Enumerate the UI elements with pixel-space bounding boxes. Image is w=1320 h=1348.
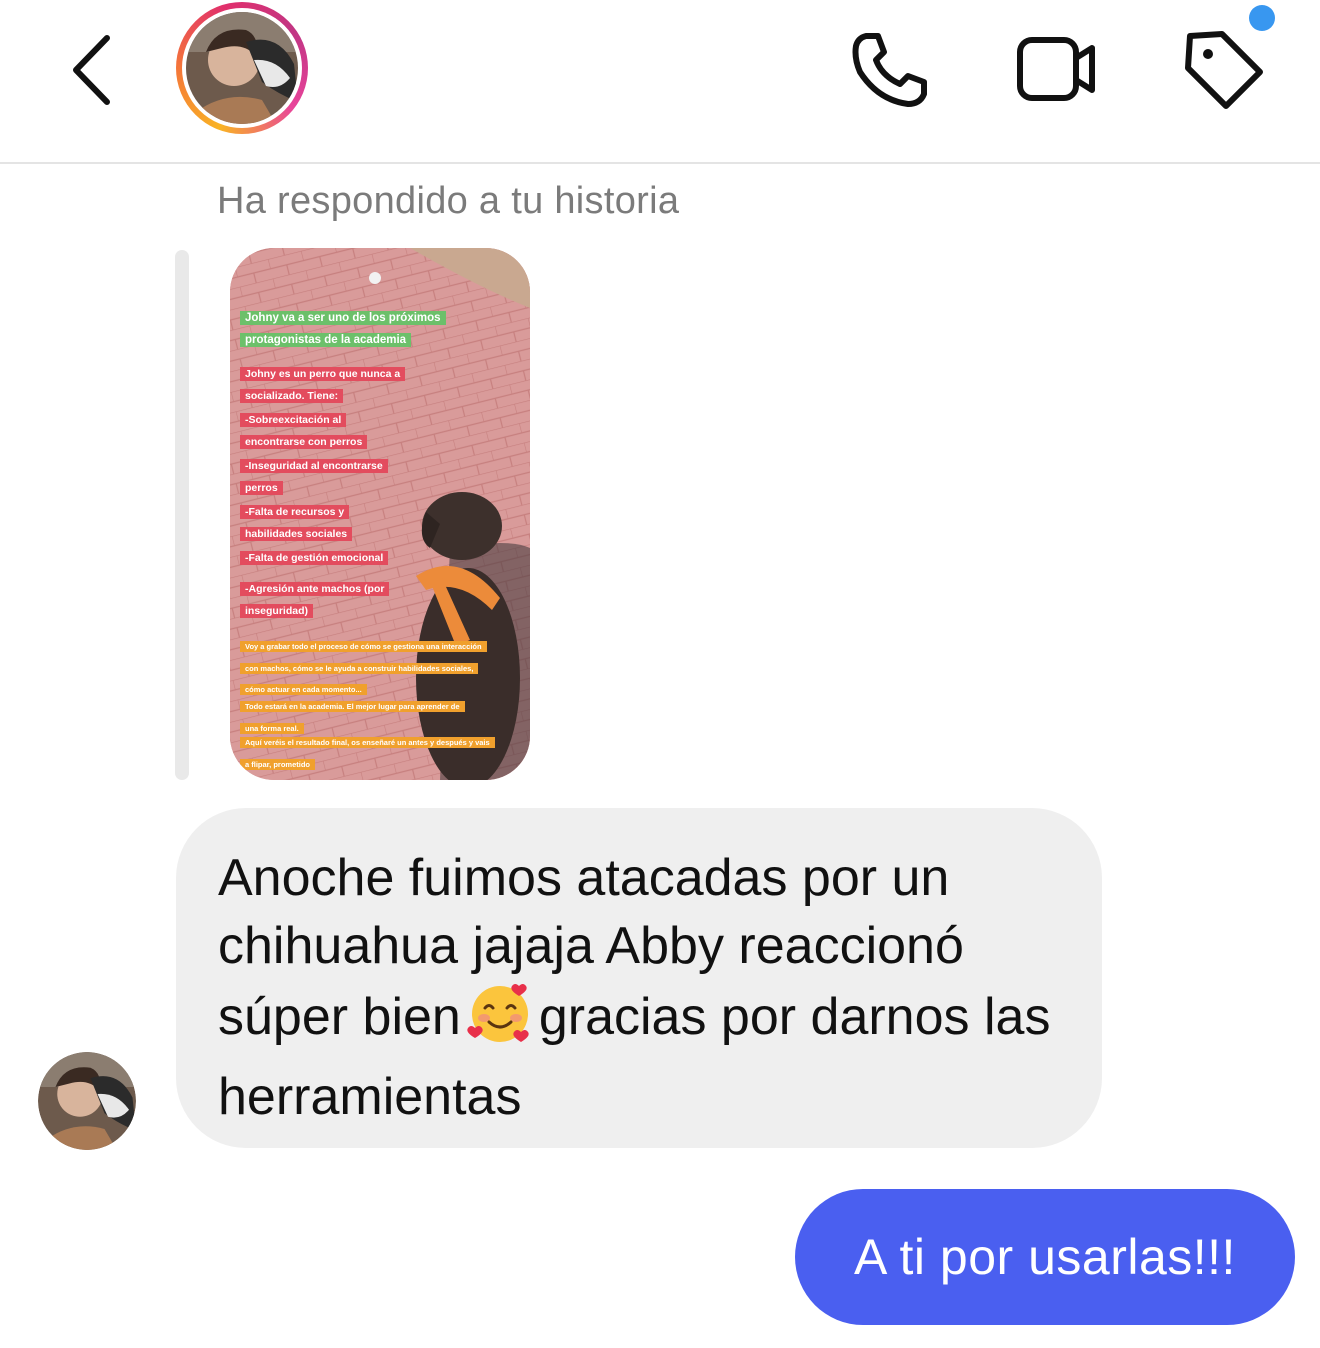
incoming-message-text: Anoche fuimos atacadas por un chihuahua … <box>218 844 1078 1131</box>
notification-dot <box>1249 5 1275 31</box>
sender-avatar[interactable] <box>38 1052 136 1150</box>
story-reply-caption: Ha respondido a tu historia <box>217 180 680 222</box>
reply-quote-bar <box>175 250 189 780</box>
video-camera-icon <box>1017 37 1095 101</box>
video-call-button[interactable] <box>1014 28 1098 112</box>
sender-avatar-photo <box>38 1052 136 1150</box>
back-button[interactable] <box>62 30 122 110</box>
story-text-point: -Falta de gestión emocional <box>240 546 420 568</box>
tag-icon <box>1185 31 1263 109</box>
voice-call-button[interactable] <box>848 28 932 112</box>
contact-avatar-story-ring[interactable] <box>176 2 308 134</box>
story-text-point: -Inseguridad al encontrarse perros <box>240 454 410 497</box>
story-text-intro: Johny es un perro que nunca a socializad… <box>240 362 430 405</box>
story-text-note: Voy a grabar todo el proceso de cómo se … <box>240 634 495 699</box>
smiling-face-with-hearts-icon <box>467 980 533 1063</box>
chevron-left-icon <box>73 35 110 105</box>
story-thumbnail[interactable]: Johny va a ser uno de los próximos prota… <box>230 248 530 780</box>
story-text-point: -Agresión ante machos (por inseguridad) <box>240 577 410 620</box>
chat-header <box>0 0 1320 164</box>
tag-button[interactable] <box>1182 28 1266 112</box>
incoming-message-bubble[interactable]: Anoche fuimos atacadas por un chihuahua … <box>176 808 1102 1148</box>
outgoing-message-bubble[interactable]: A ti por usarlas!!! <box>795 1189 1295 1325</box>
story-text-note: Aquí veréis el resultado final, os enseñ… <box>240 730 495 773</box>
story-text-point: -Falta de recursos y habilidades sociale… <box>240 500 365 543</box>
story-text-headline: Johny va a ser uno de los próximos prota… <box>240 306 480 349</box>
contact-avatar <box>186 12 298 124</box>
phone-icon <box>852 33 927 107</box>
story-text-point: -Sobreexcitación al encontrarse con perr… <box>240 408 370 451</box>
